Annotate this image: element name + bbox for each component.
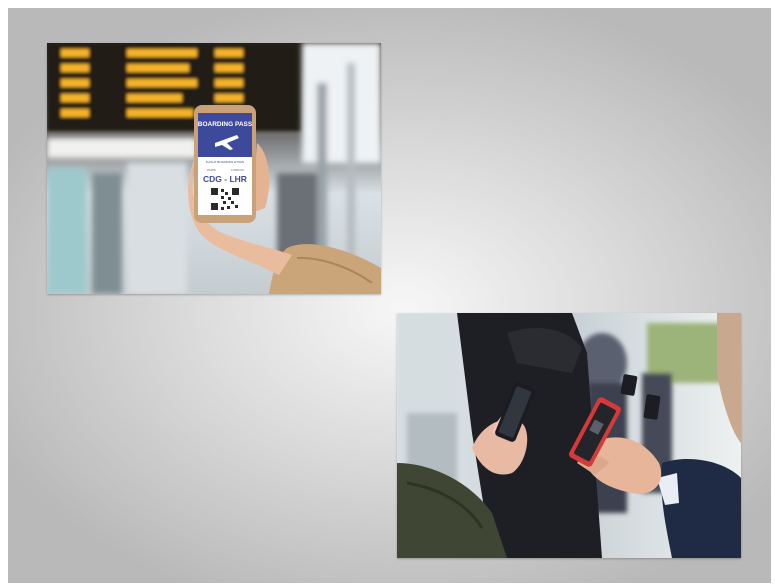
slide-canvas: BOARDING PASS FLIGHT BOARDING ETSAN PARI… xyxy=(8,8,771,583)
boarding-pass-header xyxy=(198,113,252,157)
travelers-using-phones-photo xyxy=(397,313,741,558)
qr-code-icon xyxy=(210,187,240,211)
to-city: LONDON xyxy=(231,168,244,172)
boarding-pass-title: BOARDING PASS xyxy=(198,121,253,128)
route-code: CDG - LHR xyxy=(203,174,247,184)
boarding-pass-phone-photo: BOARDING PASS FLIGHT BOARDING ETSAN PARI… xyxy=(47,43,381,294)
from-city: PARIS xyxy=(207,168,216,172)
departure-board xyxy=(47,43,302,131)
boarding-pass-subtitle: FLIGHT BOARDING ETSAN xyxy=(206,160,244,164)
